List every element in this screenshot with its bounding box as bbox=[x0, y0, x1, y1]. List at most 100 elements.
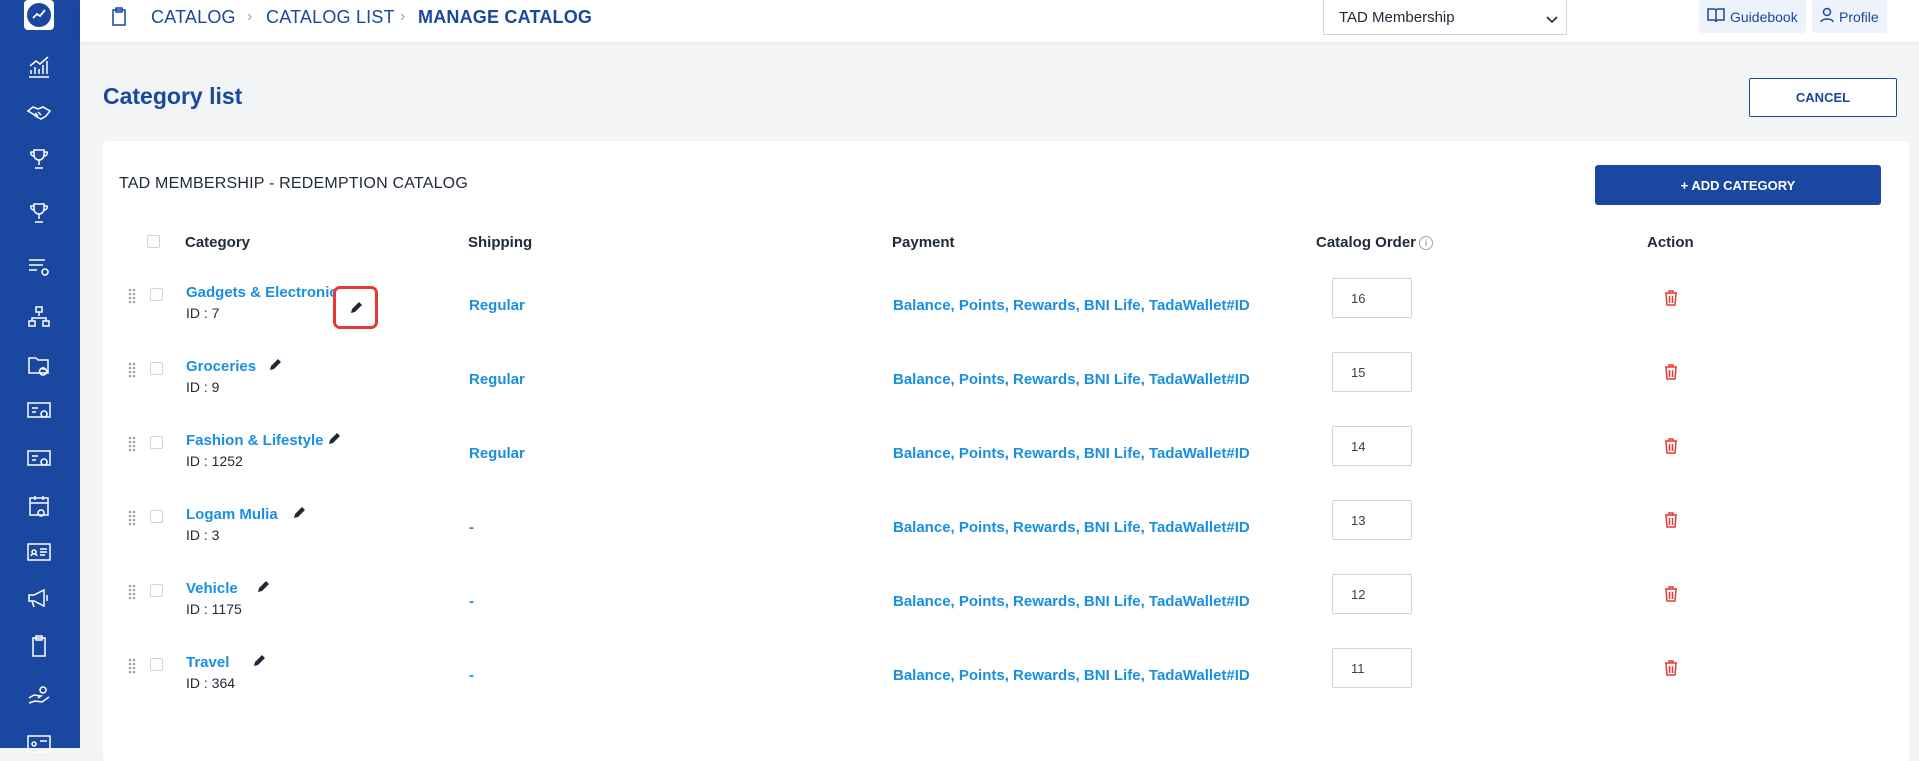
catalog-order-input[interactable]: 16 bbox=[1332, 278, 1412, 318]
shipping-value[interactable]: Regular bbox=[469, 297, 525, 314]
trophy-icon[interactable] bbox=[24, 144, 54, 174]
card-settings-icon[interactable] bbox=[24, 395, 54, 425]
chevron-down-icon bbox=[1546, 11, 1558, 28]
catalog-order-input[interactable]: 12 bbox=[1332, 574, 1412, 614]
shipping-value[interactable]: Regular bbox=[469, 371, 525, 388]
category-name-link[interactable]: Groceries bbox=[186, 358, 256, 375]
shipping-value[interactable]: Regular bbox=[469, 445, 525, 462]
dashboard-chart-icon[interactable] bbox=[24, 52, 54, 82]
column-header-action: Action bbox=[1647, 234, 1694, 251]
table-row: Vehicle ID : 1175 - Balance, Points, Reward… bbox=[103, 574, 1909, 648]
breadcrumb-manage-catalog: MANAGE CATALOG bbox=[418, 7, 593, 27]
trash-icon[interactable] bbox=[1664, 586, 1678, 607]
card-settings-icon[interactable] bbox=[24, 443, 54, 473]
hand-coin-icon[interactable] bbox=[24, 679, 54, 709]
megaphone-icon[interactable] bbox=[24, 583, 54, 613]
catalog-order-input[interactable]: 15 bbox=[1332, 352, 1412, 392]
category-name-link[interactable]: Vehicle bbox=[186, 580, 238, 597]
sidebar bbox=[0, 0, 80, 753]
trophy-icon[interactable] bbox=[24, 198, 54, 228]
payment-methods-link[interactable]: Balance, Points, Rewards, BNI Life, Tada… bbox=[893, 297, 1250, 314]
table-row: Logam Mulia ID : 3 - Balance, Points, Rewar… bbox=[103, 500, 1909, 574]
drag-handle-icon[interactable] bbox=[128, 436, 136, 457]
payment-methods-link[interactable]: Balance, Points, Rewards, BNI Life, Tada… bbox=[893, 593, 1250, 610]
pencil-icon[interactable] bbox=[327, 432, 341, 451]
shipping-value[interactable]: - bbox=[469, 519, 474, 536]
breadcrumb-catalog-list[interactable]: CATALOG LIST bbox=[266, 7, 395, 28]
drag-handle-icon[interactable] bbox=[128, 658, 136, 679]
category-name-link[interactable]: Fashion & Lifestyle bbox=[186, 432, 324, 449]
id-card-icon[interactable] bbox=[24, 729, 54, 759]
table-row: Fashion & Lifestyle ID : 1252 Regular Balan… bbox=[103, 426, 1909, 500]
logo-chart-icon bbox=[27, 3, 51, 27]
pencil-icon[interactable] bbox=[292, 506, 306, 525]
table-row: Groceries ID : 9 Regular Balance, Points, R… bbox=[103, 352, 1909, 426]
edit-icon-highlight[interactable] bbox=[333, 286, 378, 329]
payment-methods-link[interactable]: Balance, Points, Rewards, BNI Life, Tada… bbox=[893, 519, 1250, 536]
column-header-catalog-order: Catalog Order i bbox=[1316, 234, 1434, 251]
profile-button[interactable]: Profile bbox=[1812, 0, 1887, 33]
app-logo[interactable] bbox=[24, 0, 54, 30]
id-card-icon[interactable] bbox=[24, 537, 54, 567]
breadcrumb-catalog[interactable]: CATALOG bbox=[151, 7, 236, 28]
trash-icon[interactable] bbox=[1664, 512, 1678, 533]
catalog-order-input[interactable]: 14 bbox=[1332, 426, 1412, 466]
catalog-order-input[interactable]: 11 bbox=[1332, 648, 1412, 688]
breadcrumb-separator: › bbox=[247, 8, 253, 25]
catalog-title: TAD MEMBERSHIP - REDEMPTION CATALOG bbox=[119, 175, 468, 192]
trash-icon[interactable] bbox=[1664, 364, 1678, 385]
cancel-button[interactable]: CANCEL bbox=[1749, 78, 1897, 117]
top-bar: CATALOG › CATALOG LIST › MANAGE CATALOG … bbox=[80, 0, 1919, 42]
column-header-payment: Payment bbox=[892, 234, 955, 251]
shipping-value[interactable]: - bbox=[469, 593, 474, 610]
trash-icon[interactable] bbox=[1664, 660, 1678, 681]
user-icon bbox=[1820, 7, 1834, 26]
category-id: ID : 1175 bbox=[186, 601, 242, 617]
profile-label: Profile bbox=[1839, 8, 1879, 25]
membership-select-value: TAD Membership bbox=[1339, 9, 1455, 26]
pencil-icon[interactable] bbox=[256, 580, 270, 599]
clipboard-icon[interactable] bbox=[24, 631, 54, 661]
category-name-link[interactable]: Logam Mulia bbox=[186, 506, 278, 523]
select-all-checkbox[interactable] bbox=[147, 235, 160, 248]
pencil-icon[interactable] bbox=[252, 654, 266, 673]
drag-handle-icon[interactable] bbox=[128, 288, 136, 309]
payment-methods-link[interactable]: Balance, Points, Rewards, BNI Life, Tada… bbox=[893, 667, 1250, 684]
catalog-order-input[interactable]: 13 bbox=[1332, 500, 1412, 540]
row-checkbox[interactable] bbox=[150, 436, 163, 449]
category-id: ID : 364 bbox=[186, 675, 236, 691]
drag-handle-icon[interactable] bbox=[128, 510, 136, 531]
trash-icon[interactable] bbox=[1664, 290, 1678, 311]
pencil-icon bbox=[350, 301, 362, 313]
pencil-icon[interactable] bbox=[268, 358, 282, 377]
info-icon[interactable]: i bbox=[1419, 236, 1434, 251]
add-category-button[interactable]: + ADD CATEGORY bbox=[1595, 165, 1881, 205]
payment-methods-link[interactable]: Balance, Points, Rewards, BNI Life, Tada… bbox=[893, 445, 1250, 462]
row-checkbox[interactable] bbox=[150, 658, 163, 671]
guidebook-button[interactable]: Guidebook bbox=[1699, 0, 1806, 33]
category-id: ID : 7 bbox=[186, 305, 220, 321]
breadcrumb-separator: › bbox=[400, 8, 406, 25]
category-id: ID : 1252 bbox=[186, 453, 243, 469]
drag-handle-icon[interactable] bbox=[128, 584, 136, 605]
trash-icon[interactable] bbox=[1664, 438, 1678, 459]
category-name-link[interactable]: Travel bbox=[186, 654, 229, 671]
row-checkbox[interactable] bbox=[150, 510, 163, 523]
category-name-link[interactable]: Gadgets & Electronic bbox=[186, 284, 338, 301]
payment-methods-link[interactable]: Balance, Points, Rewards, BNI Life, Tada… bbox=[893, 371, 1250, 388]
column-header-category: Category bbox=[185, 234, 251, 251]
list-settings-icon[interactable] bbox=[24, 252, 54, 282]
row-checkbox[interactable] bbox=[150, 288, 163, 301]
calendar-settings-icon[interactable] bbox=[24, 491, 54, 521]
page-title: Category list bbox=[103, 83, 243, 109]
category-card: TAD MEMBERSHIP - REDEMPTION CATALOG + AD… bbox=[103, 141, 1909, 761]
drag-handle-icon[interactable] bbox=[128, 362, 136, 383]
handshake-icon[interactable] bbox=[24, 98, 54, 128]
row-checkbox[interactable] bbox=[150, 584, 163, 597]
shipping-value[interactable]: - bbox=[469, 667, 474, 684]
membership-select[interactable]: TAD Membership bbox=[1323, 0, 1567, 35]
folder-clock-icon[interactable] bbox=[24, 350, 54, 380]
category-id: ID : 9 bbox=[186, 379, 220, 395]
row-checkbox[interactable] bbox=[150, 362, 163, 375]
hierarchy-icon[interactable] bbox=[24, 302, 54, 332]
